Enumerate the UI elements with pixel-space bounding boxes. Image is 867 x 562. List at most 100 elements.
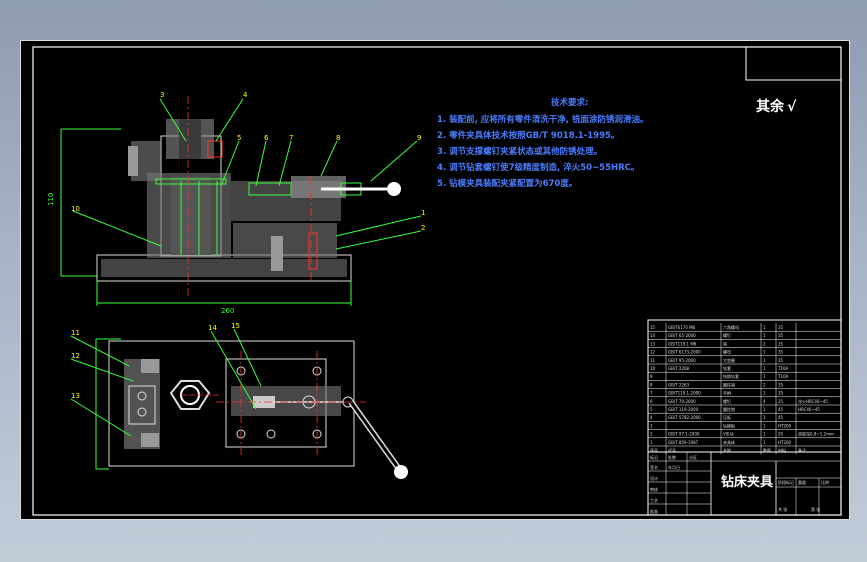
bom-cell: GB/T6170 M8 [668,325,696,330]
title-block-label: 工艺 [650,498,658,503]
bom-row: 4 GB/T 5782-2000 压板 1 45 [648,414,841,422]
callout-5: 5 [237,134,241,142]
callout-4: 4 [243,91,248,99]
bom-cell: V形块 [723,431,734,437]
callout-13: 13 [71,392,80,400]
bom-cell: 钻套 [723,365,731,371]
bom-cell: 35 [778,350,784,355]
bom-cell: 14 [650,333,656,338]
bom-cell: GB/T 6173-2000 [668,350,701,355]
title-corner-box [745,46,842,81]
callout-12: 12 [71,352,80,360]
title-block-label: 年月日 [668,464,680,470]
bom-row: 1 GB/T 859-1987 夹具体 1 HT200 [648,439,841,447]
bom-cell: 1 [763,415,766,420]
bom-cell: 螺钉 [723,398,731,404]
bom-cell: 夹具体 [723,439,735,445]
bom-cell: 1 [763,423,766,428]
top-view [70,328,408,479]
bom-cell: 手柄 [723,390,731,396]
bom-row: 12 GB/T 6173-2000 螺母 1 35 [648,349,841,357]
callout-10: 10 [71,205,80,213]
title-block-label: 重量 [798,479,806,485]
title-block-label: 批准 [650,508,658,514]
bom-cell: HT200 [778,440,792,445]
bom-cell: 1 [763,325,766,330]
bom-cell: 钻模板 [723,422,735,428]
drawing-viewport[interactable]: 110 260 3 4 5 6 7 8 9 10 1 2 11 12 13 14… [20,40,850,520]
title-block-label: 共 张 [778,506,787,512]
title-block-label: 阶段标记 [778,479,794,485]
bom-cell: 1 [763,440,766,445]
bom-row: 9 快换钻套 1 T10A [648,373,841,381]
bom-cell: 3 [650,423,653,428]
callout-1: 1 [421,209,425,217]
svg-text:√: √ [787,99,797,115]
bom-cell: 4 [650,415,653,420]
bom-cell: 7 [650,391,653,396]
drawing-title: 钻床夹具 [721,474,773,490]
bom-row: 3 钻模板 1 HT200 [648,422,841,430]
bom-row: 13 GB/T119.1 M6 销 2 35 [648,340,841,348]
callout-9: 9 [417,134,421,142]
bom-cell: 1 [763,358,766,363]
bom-cell: 9 [650,374,653,379]
title-block-label: 比例 [821,479,829,485]
bom-row: 7 GB/T119.1-2000 手柄 1 35 [648,390,841,398]
bom-cell: 2 [763,341,766,346]
bom-cell: GB/T 2208 [668,366,690,371]
bom-cell: GB/T 65-2000 [668,333,696,338]
tech-note-2: 2. 零件夹具体技术按照GB/T 9018.1-1995。 [437,130,619,141]
bom-cell: 1 [763,374,766,379]
callout-14: 14 [208,324,217,332]
bom-cell: 2 [763,382,766,387]
bom-cell: 六角螺母 [723,324,739,330]
bom-cell: 35 [778,325,784,330]
bom-cell: 13 [650,341,656,346]
bom-cell: 1 [763,432,766,437]
bom-row: 14 GB/T 65-2000 螺钉 1 35 [648,332,841,340]
bom-cell: 20 [778,432,784,437]
drawing-sheet: 110 260 3 4 5 6 7 8 9 10 1 2 11 12 13 14… [32,46,842,516]
callout-3: 3 [160,91,164,99]
bom-cell: GB/T 859-1987 [668,440,699,445]
bom-cell: GB/T 2263 [668,382,690,387]
bom-cell: 35 [778,341,784,346]
bom-cell: T10A [777,374,789,379]
bom-cell: HT200 [778,423,792,428]
bom-cell: 11 [650,358,656,363]
bom-row: 5 GB/T 119-2000 圆柱销 1 45 HRC40~45 [648,406,841,414]
bom-cell: 15 [650,325,656,330]
callout-11: 11 [71,329,80,337]
tech-notes: 技术要求: 1. 装配前, 应将所有零件清洗干净, 铣面涂防锈润滑油。 2. 零… [437,97,648,189]
bom-cell: 4 [763,399,766,404]
dim-width: 260 [221,307,234,315]
bom-cell: 圆柱销 [723,406,735,412]
bom-cell: 快换钻套 [723,373,739,379]
callout-2: 2 [421,224,425,232]
svg-text:其余: 其余 [756,98,785,115]
bom-cell: 10 [650,366,656,371]
bom-cell: 1 [763,366,766,371]
dim-left-height: 110 [47,193,55,206]
bom-cell: 螺母 [723,349,731,355]
bom-cell: 5 [650,407,653,412]
roughness-note: 其余 √ [756,98,797,115]
bom-row: 8 GB/T 2263 圆柱销 2 35 [648,381,841,389]
tech-note-5: 5. 钻模夹具装配夹紧配置为670度。 [437,178,577,189]
title-block-label: 标记 [650,454,658,460]
bom-cell: HRC40~45 [798,407,820,412]
title-block-label: 设计 [650,475,658,481]
title-block-label: 审核 [650,486,658,492]
bom-cell: 8 [650,382,653,387]
bom-cell: 1 [763,350,766,355]
bom-cell: 35 [778,358,784,363]
callout-15: 15 [231,322,240,330]
title-block: 钻床夹具 标记 处数 分区签名 年月日设计审核工艺批准 阶段标记 重量 比例共 张 第 张 [647,451,842,516]
title-block-label: 分区 [689,454,697,460]
bom-cell: 1 [763,407,766,412]
bom-row: 6 GB/T 70-2000 螺钉 4 35 淬火HRC40~45 [648,398,841,406]
bom-cell: 大垫圈 [723,357,735,363]
bom-cell: GB/T 5782-2000 [668,415,701,420]
bom-cell: 圆柱销 [723,381,735,387]
